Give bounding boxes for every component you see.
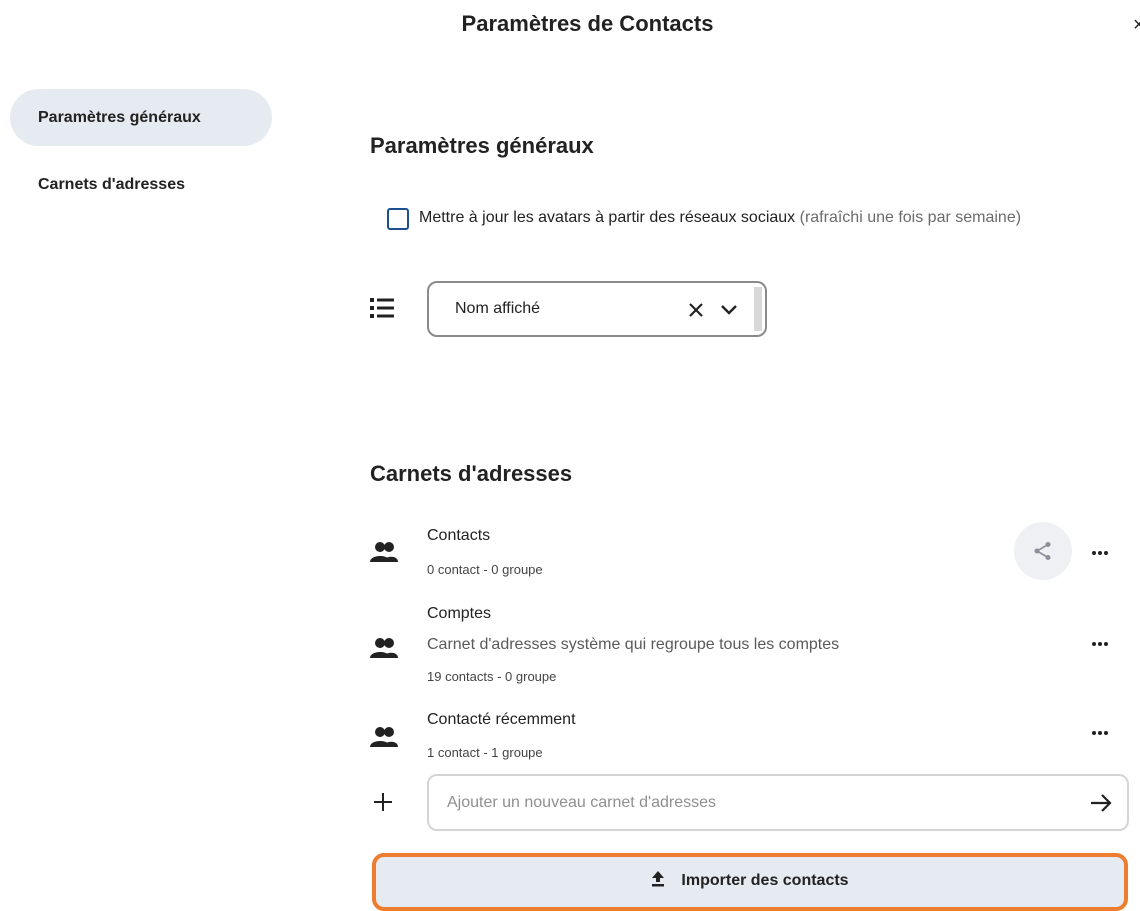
- import-contacts-label: Importer des contacts: [681, 872, 849, 889]
- address-books-heading: Carnets d'adresses: [370, 461, 573, 486]
- more-icon: [1092, 642, 1108, 646]
- group-icon: [370, 725, 398, 754]
- address-book-meta: 19 contacts - 0 groupe: [427, 669, 557, 684]
- more-icon: [1092, 731, 1108, 735]
- import-contacts-button[interactable]: Importer des contacts: [372, 853, 1128, 911]
- list-sort-icon: [370, 298, 396, 323]
- general-settings-heading: Paramètres généraux: [370, 133, 594, 158]
- select-scrollbar: [754, 287, 762, 331]
- import-contacts-content: Importer des contacts: [376, 871, 1124, 890]
- contact-sort-value: Nom affiché: [455, 300, 541, 317]
- address-book-name: Contacts: [427, 527, 491, 544]
- close-icon: ×: [1133, 14, 1140, 36]
- avatar-update-checkbox[interactable]: [387, 208, 409, 230]
- more-actions-button[interactable]: [1088, 632, 1112, 656]
- more-actions-button[interactable]: [1088, 721, 1112, 745]
- sidebar-item-address-books[interactable]: Carnets d'adresses: [10, 156, 272, 213]
- group-icon: [370, 540, 398, 569]
- plus-icon: [372, 791, 394, 818]
- address-book-meta: 1 contact - 1 groupe: [427, 745, 543, 760]
- avatar-update-label: Mettre à jour les avatars à partir des r…: [419, 209, 1021, 227]
- close-button[interactable]: ×: [1133, 14, 1140, 38]
- contact-sort-select[interactable]: Nom affiché: [427, 281, 767, 337]
- address-book-name: Comptes: [427, 605, 492, 622]
- new-address-book-input[interactable]: [445, 790, 1065, 816]
- avatar-update-note: (rafraîchi une fois par semaine): [799, 209, 1022, 226]
- share-button[interactable]: [1014, 522, 1072, 580]
- more-actions-button[interactable]: [1088, 541, 1112, 565]
- chevron-down-icon[interactable]: [719, 302, 739, 323]
- share-icon: [1034, 542, 1051, 560]
- clear-icon[interactable]: [686, 300, 706, 325]
- new-address-book-field[interactable]: [427, 774, 1129, 831]
- more-icon: [1092, 551, 1108, 555]
- dialog-title: Paramètres de Contacts: [461, 11, 714, 36]
- group-icon: [370, 636, 398, 665]
- address-book-description: Carnet d'adresses système qui regroupe t…: [427, 636, 840, 653]
- avatar-update-label-text: Mettre à jour les avatars à partir des r…: [419, 209, 796, 226]
- arrow-right-icon[interactable]: [1089, 792, 1113, 819]
- address-book-meta: 0 contact - 0 groupe: [427, 562, 543, 577]
- address-book-name: Contacté récemment: [427, 711, 576, 728]
- upload-icon: [652, 871, 665, 887]
- sidebar-item-general-settings[interactable]: Paramètres généraux: [10, 89, 272, 146]
